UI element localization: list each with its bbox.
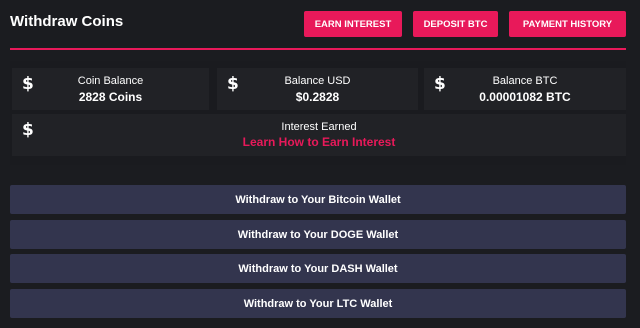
coin-balance-label: Coin Balance [77, 75, 144, 87]
page-header: Withdraw Coins EARN INTEREST DEPOSIT BTC… [0, 0, 640, 48]
withdraw-ltc-button[interactable]: Withdraw to Your LTC Wallet [10, 289, 626, 318]
balance-usd-card: $ Balance USD $0.2828 [217, 68, 418, 110]
learn-interest-link[interactable]: Learn How to Earn Interest [12, 135, 626, 149]
withdraw-bitcoin-button[interactable]: Withdraw to Your Bitcoin Wallet [10, 185, 626, 214]
deposit-btc-button[interactable]: DEPOSIT BTC [413, 11, 498, 37]
header-divider [10, 48, 626, 50]
balance-btc-value: 0.00001082 BTC [479, 90, 571, 104]
interest-earned-label: Interest Earned [281, 121, 357, 133]
earn-interest-button[interactable]: EARN INTEREST [304, 11, 402, 37]
payment-history-button[interactable]: PAYMENT HISTORY [509, 11, 626, 37]
page-title: Withdraw Coins [10, 13, 124, 30]
withdraw-doge-button[interactable]: Withdraw to Your DOGE Wallet [10, 220, 626, 249]
interest-earned-card: $ Interest Earned Learn How to Earn Inte… [12, 114, 626, 156]
balance-usd-value: $0.2828 [295, 90, 340, 104]
withdraw-dash-button[interactable]: Withdraw to Your DASH Wallet [10, 254, 626, 283]
balance-btc-card: $ Balance BTC 0.00001082 BTC [424, 68, 626, 110]
balance-btc-label: Balance BTC [492, 75, 558, 87]
coin-balance-card: $ Coin Balance 2828 Coins [12, 68, 209, 110]
balance-usd-label: Balance USD [284, 75, 351, 87]
coin-balance-value: 2828 Coins [78, 90, 143, 104]
